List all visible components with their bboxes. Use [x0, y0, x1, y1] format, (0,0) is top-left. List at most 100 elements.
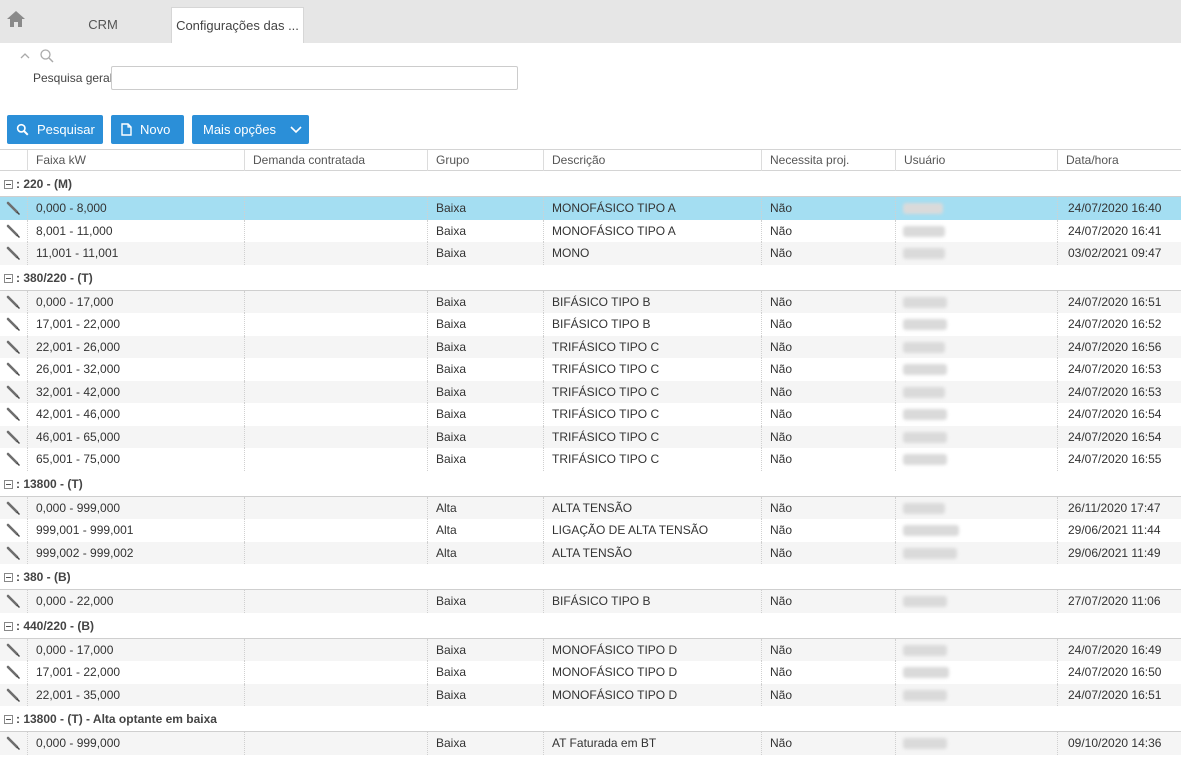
edit-pencil-icon[interactable]	[5, 316, 21, 332]
cell-data: 27/07/2020 11:06	[1068, 594, 1161, 608]
column-divider	[895, 358, 896, 381]
cell-faixa: 999,001 - 999,001	[36, 523, 134, 537]
collapse-icon[interactable]	[4, 621, 13, 631]
column-header-demanda[interactable]: Demanda contratada	[244, 150, 427, 171]
table-row[interactable]: 32,001 - 42,000 Baixa TRIFÁSICO TIPO C Não 2…	[0, 380, 1181, 403]
home-icon[interactable]	[6, 10, 28, 30]
group-label: : 220 - (M)	[16, 177, 73, 191]
edit-pencil-icon[interactable]	[5, 593, 21, 609]
table-row[interactable]: 22,001 - 35,000 Baixa MONOFÁSICO TIPO D Não…	[0, 683, 1181, 706]
column-divider	[27, 448, 28, 471]
edit-pencil-icon[interactable]	[5, 294, 21, 310]
table-row[interactable]: 0,000 - 17,000 Baixa BIFÁSICO TIPO B Não 24/…	[0, 290, 1181, 313]
column-divider	[244, 335, 245, 358]
group-header[interactable]: : 220 - (M)	[0, 171, 1181, 197]
cell-necessita: Não	[770, 317, 793, 331]
collapse-icon[interactable]	[4, 715, 13, 724]
column-divider	[543, 541, 544, 564]
table-row[interactable]: 26,001 - 32,000 Baixa TRIFÁSICO TIPO C Não 2…	[0, 358, 1181, 381]
group-header[interactable]: : 13800 - (T)	[0, 471, 1181, 497]
collapse-icon[interactable]	[4, 180, 13, 189]
collapse-icon[interactable]	[4, 573, 13, 582]
column-divider	[895, 638, 896, 661]
table-row[interactable]: 42,001 - 46,000 Baixa TRIFÁSICO TIPO C Não 2…	[0, 403, 1181, 426]
column-divider	[244, 313, 245, 336]
redacted-user	[903, 341, 945, 353]
edit-pencil-icon[interactable]	[5, 735, 21, 751]
column-divider	[427, 242, 428, 265]
table-row[interactable]: 8,001 - 11,000 Baixa MONOFÁSICO TIPO A Não 2…	[0, 219, 1181, 242]
table-row[interactable]: 0,000 - 22,000 Baixa BIFÁSICO TIPO B Não 27/…	[0, 590, 1181, 613]
column-divider	[761, 496, 762, 519]
cell-necessita: Não	[770, 687, 793, 702]
column-header-usuario[interactable]: Usuário	[895, 150, 1057, 171]
edit-pencil-icon[interactable]	[5, 384, 21, 400]
redacted-user	[903, 248, 945, 259]
table-row[interactable]: 999,001 - 999,001 Alta LIGAÇÃO DE ALTA TEN…	[0, 519, 1181, 542]
column-header-grupo[interactable]: Grupo	[427, 150, 543, 171]
group-header[interactable]: : 380 - (B)	[0, 564, 1181, 590]
column-divider	[27, 661, 28, 684]
column-header-data[interactable]: Data/hora	[1057, 150, 1181, 171]
search-input[interactable]	[111, 66, 518, 90]
edit-pencil-icon[interactable]	[5, 642, 21, 658]
column-divider	[543, 242, 544, 265]
edit-pencil-icon[interactable]	[5, 522, 21, 538]
edit-pencil-icon[interactable]	[5, 406, 21, 422]
group-header[interactable]: : 13800 - (T) - Alta optante em baixa	[0, 706, 1181, 732]
column-header-necessita[interactable]: Necessita proj.	[761, 150, 895, 171]
column-divider	[27, 403, 28, 426]
column-header-faixa[interactable]: Faixa kW	[27, 150, 244, 171]
new-button[interactable]: Novo	[111, 115, 184, 144]
edit-pencil-icon[interactable]	[5, 664, 21, 680]
cell-descricao: BIFÁSICO TIPO B	[552, 594, 651, 608]
collapse-icon[interactable]	[4, 479, 13, 489]
edit-pencil-icon[interactable]	[5, 223, 21, 239]
column-header-descricao[interactable]: Descrição	[543, 150, 761, 171]
edit-pencil-icon[interactable]	[5, 339, 21, 355]
search-icon[interactable]	[39, 48, 55, 64]
cell-data: 24/07/2020 16:53	[1068, 362, 1162, 376]
column-divider	[427, 219, 428, 242]
redacted-user	[903, 644, 947, 656]
table-row[interactable]: 46,001 - 65,000 Baixa TRIFÁSICO TIPO C Não 2…	[0, 425, 1181, 448]
table-row[interactable]: 0,000 - 999,000 Alta ALTA TENSÃO Não 26/11/2…	[0, 496, 1181, 519]
column-divider	[244, 219, 245, 242]
edit-pencil-icon[interactable]	[5, 245, 21, 261]
redacted-user	[903, 667, 949, 678]
cell-data: 24/07/2020 16:40	[1068, 201, 1162, 215]
table-row[interactable]: 0,000 - 999,000 Baixa AT Faturada em BT Não…	[0, 732, 1181, 755]
search-button[interactable]: Pesquisar	[7, 115, 103, 144]
chevron-up-icon[interactable]	[19, 50, 31, 62]
more-options-button[interactable]: Mais opções	[192, 115, 309, 144]
edit-pencil-icon[interactable]	[5, 687, 21, 703]
edit-pencil-icon[interactable]	[5, 361, 21, 377]
group-header[interactable]: : 440/220 - (B)	[0, 613, 1181, 639]
edit-pencil-icon[interactable]	[5, 451, 21, 467]
table-row[interactable]: 22,001 - 26,000 Baixa TRIFÁSICO TIPO C Não 2…	[0, 335, 1181, 358]
table-row[interactable]: 65,001 - 75,000 Baixa TRIFÁSICO TIPO C Não 2…	[0, 448, 1181, 471]
edit-pencil-icon[interactable]	[5, 500, 21, 516]
collapse-icon[interactable]	[4, 273, 13, 283]
cell-descricao: MONOFÁSICO TIPO D	[552, 665, 678, 679]
table-row[interactable]: 0,000 - 8,000 Baixa MONOFÁSICO TIPO A Não 24…	[0, 197, 1181, 220]
edit-pencil-icon[interactable]	[5, 545, 21, 561]
table-row[interactable]: 11,001 - 11,001 Baixa MONO Não 03/02/2021 09…	[0, 242, 1181, 265]
column-divider	[895, 448, 896, 471]
tab-crm[interactable]: CRM	[60, 7, 146, 43]
edit-pencil-icon[interactable]	[5, 200, 21, 216]
cell-necessita: Não	[770, 384, 793, 399]
table-row[interactable]: 17,001 - 22,000 Baixa MONOFÁSICO TIPO D Não…	[0, 661, 1181, 684]
column-divider	[895, 380, 896, 403]
column-divider	[543, 403, 544, 426]
cell-data: 24/07/2020 16:54	[1068, 429, 1162, 444]
column-divider	[427, 290, 428, 313]
table-row[interactable]: 999,002 - 999,002 Alta ALTA TENSÃO Não 29/06…	[0, 541, 1181, 564]
cell-grupo: Baixa	[436, 594, 467, 608]
group-header[interactable]: : 380/220 - (T)	[0, 265, 1181, 291]
table-row[interactable]: 17,001 - 22,000 Baixa BIFÁSICO TIPO B Não 24…	[0, 313, 1181, 336]
cell-necessita: Não	[770, 736, 793, 750]
edit-pencil-icon[interactable]	[5, 429, 21, 445]
tab-configuracoes[interactable]: Configurações das ...	[171, 7, 304, 43]
table-row[interactable]: 0,000 - 17,000 Baixa MONOFÁSICO TIPO D Não 2…	[0, 638, 1181, 661]
